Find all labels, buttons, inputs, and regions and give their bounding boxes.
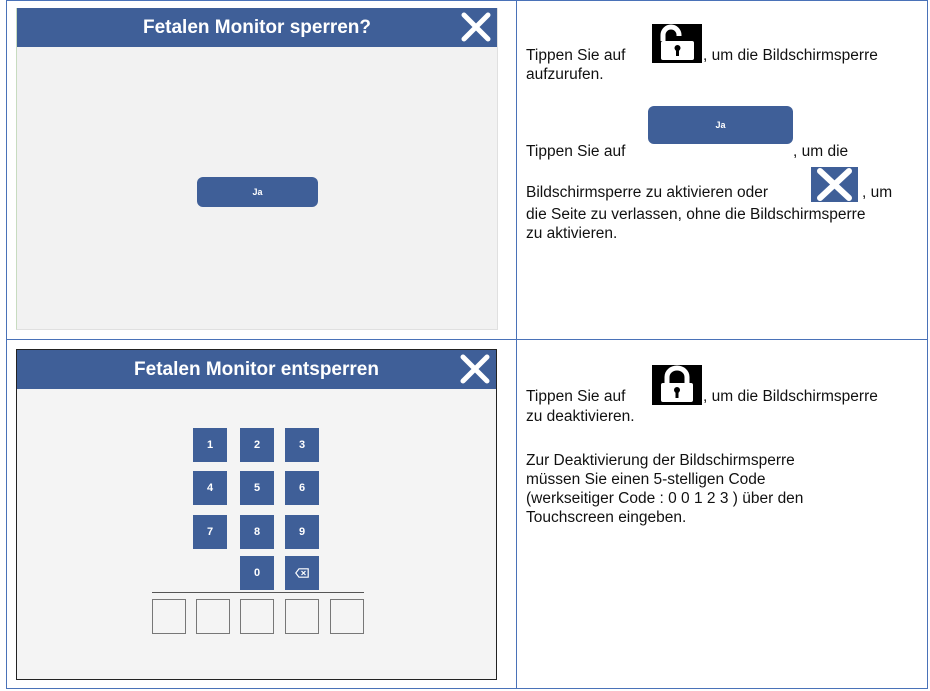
code-input-divider [152,592,364,593]
code-digit-box-4[interactable] [285,599,319,634]
keypad-key-7[interactable]: 7 [193,515,227,549]
keypad-key-2[interactable]: 2 [240,428,274,462]
keypad-key-3[interactable]: 3 [285,428,319,462]
keypad-key-4[interactable]: 4 [193,471,227,505]
code-digit-box-1[interactable] [152,599,186,634]
lock-instr-line1-end: , um die Bildschirmsperre [703,47,878,64]
lock-instr-line4-start: Bildschirmsperre zu aktivieren oder [526,184,769,201]
close-icon[interactable] [459,10,493,44]
unlock-dialog-header: Fetalen Monitor entsperren [17,350,496,389]
keypad-key-5[interactable]: 5 [240,471,274,505]
lock-dialog: Fetalen Monitor sperren? Ja [16,8,498,330]
close-icon[interactable] [458,352,492,386]
lock-dialog-header: Fetalen Monitor sperren? [17,8,497,47]
unlock-instr-line1-end: , um die Bildschirmsperre [703,388,878,405]
keypad-key-8[interactable]: 8 [240,515,274,549]
unlock-dialog-title: Fetalen Monitor entsperren [134,358,379,380]
lock-instr-line5: die Seite zu verlassen, ohne die Bildsch… [526,206,866,223]
column-divider [516,1,517,688]
lock-instr-line6: zu aktivieren. [526,225,618,242]
lock-dialog-title: Fetalen Monitor sperren? [142,16,372,38]
keypad-key-1[interactable]: 1 [193,428,227,462]
backspace-button[interactable] [285,556,319,590]
keypad-key-9[interactable]: 9 [285,515,319,549]
code-digit-box-2[interactable] [196,599,230,634]
lock-instr-line3-start: Tippen Sie auf [526,143,626,160]
unlock-instr-line3: Zur Deaktivierung der Bildschirmsperre [526,452,795,469]
row-divider [7,339,927,340]
unlock-instr-line1-start: Tippen Sie auf [526,388,626,405]
close-x-icon [811,167,858,202]
unlock-instr-line6: Touchscreen eingeben. [526,509,687,526]
unlocked-padlock-icon [652,24,702,63]
ja-button[interactable]: Ja [197,177,318,207]
lock-instr-line1-start: Tippen Sie auf [526,47,626,64]
inline-ja-button: Ja [648,106,793,144]
lock-instr-line4-end: , um [862,184,893,201]
unlock-dialog: Fetalen Monitor entsperren 1 2 3 4 5 6 7… [16,349,497,680]
backspace-icon [295,568,309,578]
code-digit-box-5[interactable] [330,599,364,634]
code-digit-box-3[interactable] [240,599,274,634]
lock-instr-line3-end: , um die [793,143,849,160]
locked-padlock-icon [652,365,702,405]
keypad-key-6[interactable]: 6 [285,471,319,505]
unlock-instr-line2: zu deaktivieren. [526,408,635,425]
lock-instr-line2: aufzurufen. [526,66,604,83]
keypad-key-0[interactable]: 0 [240,556,274,590]
unlock-instr-line5: (werkseitiger Code : 0 0 1 2 3 ) über de… [526,490,804,507]
unlock-instr-line4: müssen Sie einen 5-stelligen Code [526,471,766,488]
